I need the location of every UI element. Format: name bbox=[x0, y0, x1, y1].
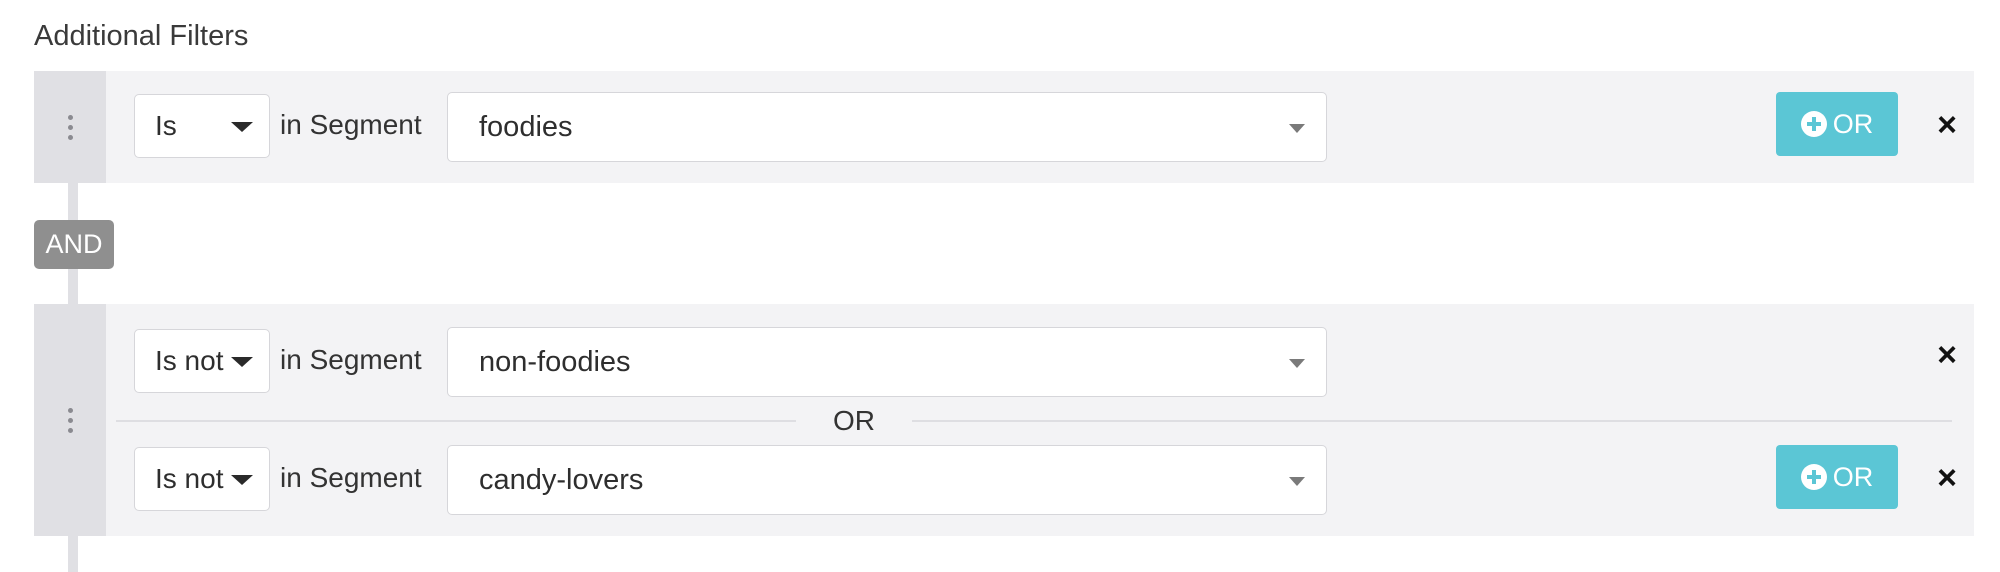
close-icon[interactable]: × bbox=[1932, 461, 1962, 495]
plus-circle-icon bbox=[1800, 111, 1827, 137]
segment-value: non-foodies bbox=[479, 346, 631, 378]
filter-group: Is in Segment foodies OR × bbox=[34, 71, 1974, 183]
operator-value: Is not bbox=[155, 463, 224, 494]
chevron-down-icon bbox=[1289, 477, 1305, 486]
add-or-button[interactable]: OR bbox=[1776, 92, 1898, 156]
close-icon[interactable]: × bbox=[1932, 338, 1962, 372]
add-or-label: OR bbox=[1832, 461, 1874, 492]
caret-down-icon bbox=[231, 475, 253, 485]
filter-row: Is not in Segment candy-lovers OR × bbox=[34, 445, 1974, 515]
filter-group: Is not in Segment non-foodies × OR Is no… bbox=[34, 304, 1974, 536]
close-icon[interactable]: × bbox=[1932, 108, 1962, 142]
operator-value: Is not bbox=[155, 345, 224, 376]
segment-select[interactable]: non-foodies bbox=[447, 327, 1327, 397]
add-or-button[interactable]: OR bbox=[1776, 445, 1898, 509]
in-segment-label: in Segment bbox=[280, 462, 422, 493]
section-title: Additional Filters bbox=[34, 20, 249, 52]
filter-row: Is in Segment foodies OR × bbox=[34, 92, 1974, 162]
operator-value: Is bbox=[155, 110, 177, 141]
add-or-label: OR bbox=[1832, 108, 1874, 139]
chevron-down-icon bbox=[1289, 124, 1305, 133]
operator-select[interactable]: Is not bbox=[134, 447, 270, 511]
filter-row: Is not in Segment non-foodies × bbox=[34, 327, 1974, 397]
and-badge: AND bbox=[34, 220, 114, 269]
operator-select[interactable]: Is bbox=[134, 94, 270, 158]
drag-handle-icon bbox=[67, 407, 73, 433]
caret-down-icon bbox=[231, 122, 253, 132]
in-segment-label: in Segment bbox=[280, 344, 422, 375]
caret-down-icon bbox=[231, 357, 253, 367]
segment-value: candy-lovers bbox=[479, 464, 644, 496]
operator-select[interactable]: Is not bbox=[134, 329, 270, 393]
or-divider bbox=[116, 420, 1952, 422]
in-segment-label: in Segment bbox=[280, 109, 422, 140]
chevron-down-icon bbox=[1289, 359, 1305, 368]
segment-select[interactable]: candy-lovers bbox=[447, 445, 1327, 515]
or-separator-label: OR bbox=[796, 403, 912, 439]
plus-circle-icon bbox=[1800, 464, 1827, 490]
segment-value: foodies bbox=[479, 111, 573, 143]
segment-select[interactable]: foodies bbox=[447, 92, 1327, 162]
